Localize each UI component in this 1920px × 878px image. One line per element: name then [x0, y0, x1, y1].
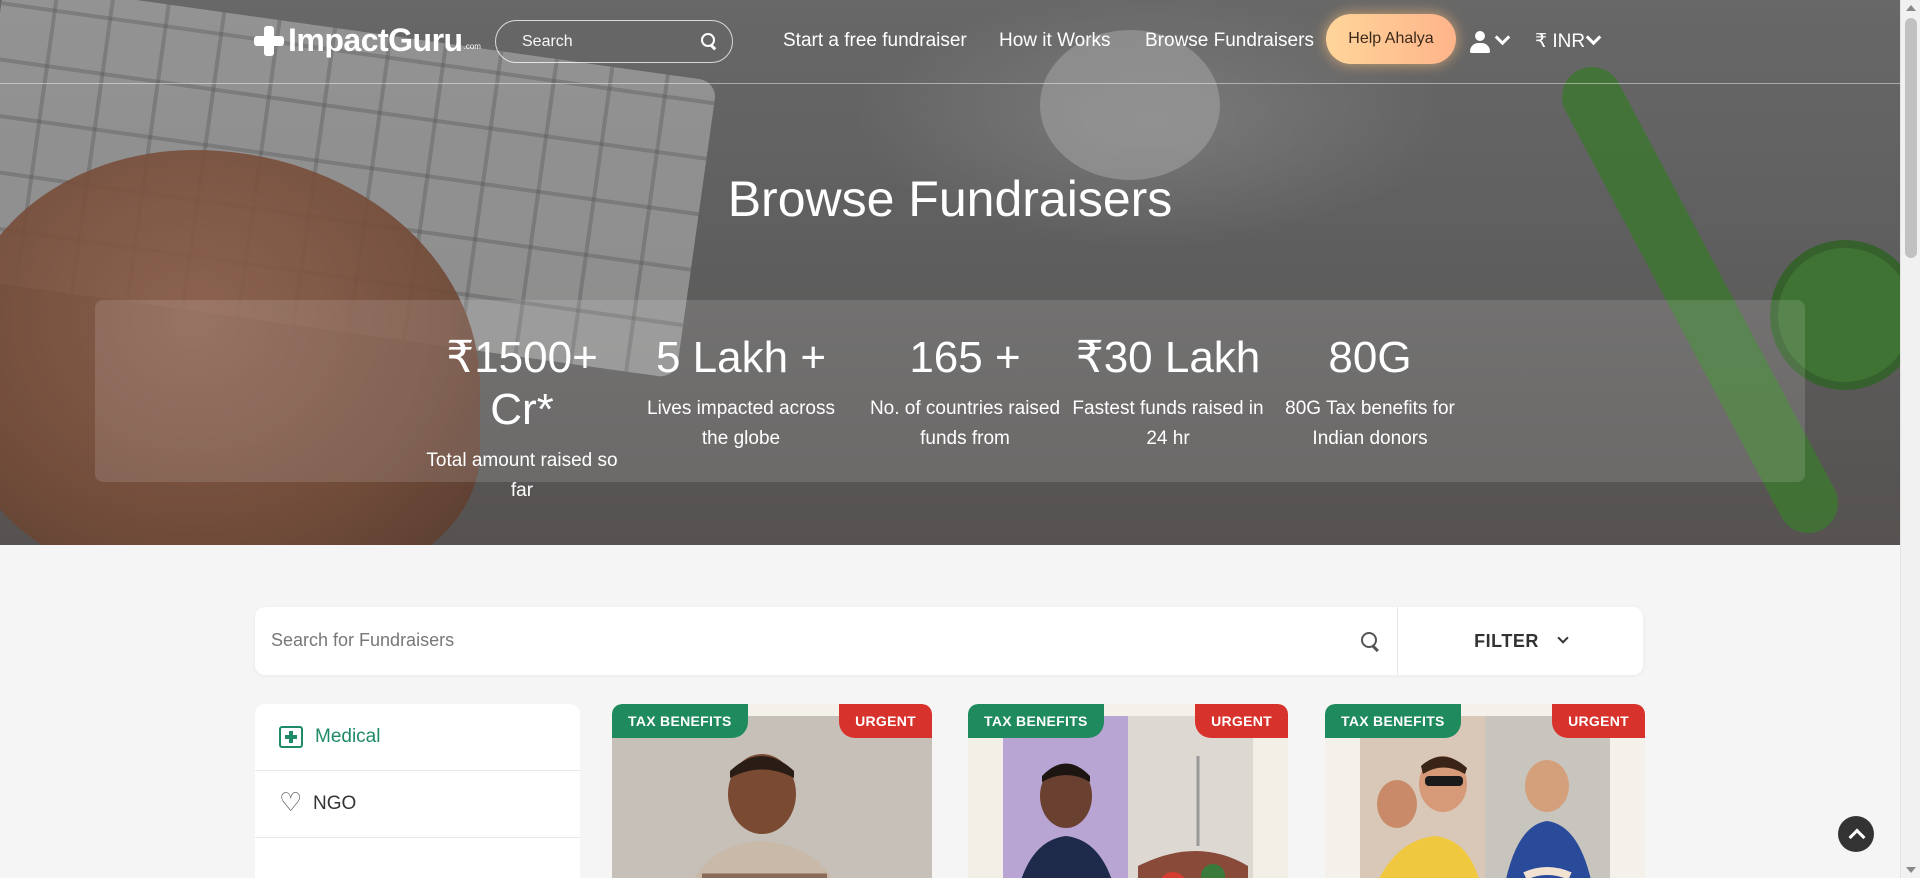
urgent-badge: URGENT	[1552, 704, 1645, 738]
stat-lives-impacted: 5 Lakh + Lives impacted across the globe	[641, 332, 841, 454]
currency-chevron-down-icon[interactable]	[1585, 29, 1602, 46]
stat-label: Lives impacted across the globe	[647, 398, 835, 449]
nav-start-fundraiser-link[interactable]: Start a free fundraiser	[783, 30, 967, 52]
fundraiser-search-input[interactable]: Search for Fundraisers	[271, 630, 454, 651]
logo-suffix: .com	[463, 42, 481, 51]
fundraiser-photo	[968, 716, 1288, 878]
stat-total-raised: ₹1500+ Cr* Total amount raised so far	[422, 332, 622, 506]
top-navbar: ImpactGuru .com Search Start a free fund…	[0, 0, 1900, 84]
search-icon[interactable]	[701, 33, 718, 50]
stat-label: 80G Tax benefits for Indian donors	[1285, 398, 1455, 449]
category-label: NGO	[313, 793, 357, 814]
tax-benefits-badge: TAX BENEFITS	[612, 704, 748, 738]
stat-label: No. of countries raised funds from	[869, 398, 1061, 449]
header-search-input[interactable]: Search	[495, 20, 733, 63]
scroll-thumb[interactable]	[1905, 18, 1917, 258]
search-icon[interactable]	[1361, 632, 1381, 652]
filter-label: FILTER	[1474, 630, 1539, 651]
fundraiser-photo	[612, 716, 932, 878]
stat-value: 5 Lakh +	[655, 333, 827, 382]
tax-benefits-badge: TAX BENEFITS	[968, 704, 1104, 738]
category-sidebar: Medical NGO	[255, 704, 580, 878]
stat-countries: 165 + No. of countries raised funds from	[865, 332, 1065, 454]
user-icon[interactable]	[1470, 31, 1490, 53]
scroll-to-top-button[interactable]	[1838, 816, 1874, 852]
stat-label: Total amount raised so far	[426, 450, 618, 501]
currency-selector[interactable]: ₹ INR	[1535, 30, 1585, 53]
stat-value: ₹1500+ Cr*	[446, 333, 598, 434]
nav-how-it-works-link[interactable]: How it Works	[999, 30, 1111, 52]
page-title: Browse Fundraisers	[727, 171, 1173, 227]
stat-value: ₹30 Lakh	[1075, 333, 1261, 382]
chevron-down-icon	[1557, 632, 1569, 644]
filter-button[interactable]: FILTER	[1398, 607, 1643, 675]
urgent-badge: URGENT	[1195, 704, 1288, 738]
fundraiser-search-bar: Search for Fundraisers FILTER	[255, 607, 1643, 675]
site-logo[interactable]: ImpactGuru .com	[254, 22, 481, 59]
urgent-badge: URGENT	[839, 704, 932, 738]
stat-value: 80G	[1328, 333, 1412, 382]
stat-label: Fastest funds raised in 24 hr	[1072, 398, 1264, 449]
fundraiser-card[interactable]: TAX BENEFITS URGENT	[968, 704, 1288, 878]
fundraiser-card[interactable]: TAX BENEFITS URGENT	[612, 704, 932, 878]
category-item-medical[interactable]: Medical	[255, 704, 580, 771]
tax-benefits-badge: TAX BENEFITS	[1325, 704, 1461, 738]
scroll-up-arrow-icon[interactable]	[1906, 5, 1916, 11]
header-search-placeholder: Search	[522, 32, 573, 50]
help-ahalya-button[interactable]: Help Ahalya	[1326, 14, 1456, 64]
logo-plus-icon	[254, 25, 284, 56]
category-item-ngo[interactable]: NGO	[255, 771, 580, 838]
stat-value: 165 +	[909, 333, 1021, 382]
category-label: Medical	[315, 726, 381, 747]
logo-text: ImpactGuru	[288, 22, 463, 58]
stat-fastest-funds: ₹30 Lakh Fastest funds raised in 24 hr	[1068, 332, 1268, 454]
scroll-down-arrow-icon[interactable]	[1906, 867, 1916, 873]
heart-hands-icon	[279, 788, 302, 818]
hero-banner: ImpactGuru .com Search Start a free fund…	[0, 0, 1900, 545]
stat-tax-benefits: 80G 80G Tax benefits for Indian donors	[1270, 332, 1470, 454]
nav-browse-fundraisers-link[interactable]: Browse Fundraisers	[1145, 30, 1314, 52]
fundraiser-photo	[1325, 716, 1645, 878]
page-scrollbar[interactable]	[1900, 0, 1920, 878]
user-menu-chevron-down-icon[interactable]	[1494, 29, 1511, 46]
fundraiser-card[interactable]: TAX BENEFITS URGENT	[1325, 704, 1645, 878]
medical-kit-icon	[279, 726, 303, 748]
